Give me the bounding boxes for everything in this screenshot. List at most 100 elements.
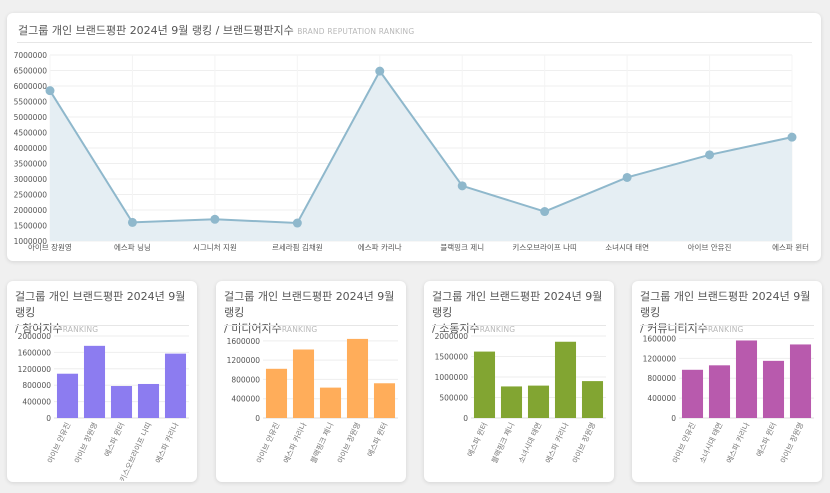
bar [735, 340, 758, 418]
x-tick-label: 블랙핑크 제니 [308, 421, 336, 465]
bar [473, 351, 496, 418]
bar [581, 381, 604, 418]
main-line-chart: 1000000150000020000002500000300000035000… [14, 51, 809, 252]
bar [554, 341, 577, 418]
y-tick-label: 1600000 [643, 334, 677, 343]
x-tick-label: 소녀시대 태연 [698, 421, 725, 465]
y-tick-label: 6500000 [14, 67, 48, 76]
bar-chart-communication: 0 500000 1000000 1500000 2000000 에스파 윈터 블랙핑크 제… [435, 332, 606, 465]
y-tick-label: 400000 [22, 398, 51, 407]
main-chart-subtitle: BRAND REPUTATION RANKING [297, 27, 415, 36]
x-tick-label: 에스파 윈터 [772, 243, 809, 252]
bar [373, 383, 396, 418]
data-point [787, 132, 797, 142]
y-tick-label: 0 [255, 414, 260, 423]
bar [527, 385, 550, 418]
bar [500, 386, 523, 418]
data-point [210, 214, 220, 224]
small-chart-card-participation: 걸그룹 개인 브랜드평판 2024년 9월 랭킹 / 참여지수RANKING 0… [7, 281, 197, 482]
x-tick-label: 아이브 장원영 [72, 421, 100, 465]
y-tick-label: 4500000 [14, 129, 48, 138]
bar [346, 338, 369, 418]
x-tick-label: 에스파 카리나 [544, 421, 571, 465]
bar-chart-participation: 0 400000 800000 1200000 1600000 2000000 아이브 안유… [18, 332, 189, 481]
small-chart-title-line1: 걸그룹 개인 브랜드평판 2024년 9월 랭킹 [15, 290, 186, 319]
x-tick-label: 아이브 안유진 [45, 421, 73, 465]
y-tick-label: 4000000 [14, 144, 48, 153]
data-point [622, 172, 632, 182]
x-tick-label: 소녀시대 태연 [605, 243, 649, 252]
y-tick-label: 0 [463, 414, 468, 423]
main-chart-title-text: 걸그룹 개인 브랜드평판 2024년 9월 랭킹 / 브랜드평판지수 [18, 24, 294, 37]
x-tick-label: 에스파 윈터 [103, 421, 127, 458]
bar-chart-community: 0 400000 800000 1200000 1600000 아이브 안유진 소녀시대 태… [643, 334, 814, 465]
area-fill [50, 71, 792, 241]
x-tick-label: 아이브 장원영 [335, 421, 363, 465]
y-tick-label: 2000000 [14, 206, 48, 215]
bar-chart-media: 0 400000 800000 1200000 1600000 아이브 안유진 에스파 카리… [227, 337, 398, 465]
y-tick-label: 7000000 [14, 51, 48, 60]
small-chart-card-community: 걸그룹 개인 브랜드평판 2024년 9월 랭킹 / 커뮤니티지수RANKING… [632, 281, 822, 482]
data-point [705, 150, 715, 160]
main-chart-card: 걸그룹 개인 브랜드평판 2024년 9월 랭킹 / 브랜드평판지수 BRAND… [7, 13, 821, 261]
x-tick-label: 키스오브라이프 나띠 [512, 242, 577, 252]
bar [789, 344, 812, 418]
small-chart-card-media: 걸그룹 개인 브랜드평판 2024년 9월 랭킹 / 미디어지수RANKING … [216, 281, 406, 482]
y-tick-label: 1000000 [435, 373, 469, 382]
y-tick-label: 0 [671, 414, 676, 423]
x-tick-label: 에스파 카리나 [282, 421, 309, 465]
small-chart-divider [224, 325, 398, 326]
bar [681, 369, 704, 418]
small-chart-title-line1: 걸그룹 개인 브랜드평판 2024년 9월 랭킹 [432, 290, 603, 319]
y-tick-label: 1500000 [14, 222, 48, 231]
x-tick-label: 에스파 카리나 [358, 243, 402, 252]
x-tick-label: 에스파 카리나 [725, 421, 752, 465]
bar [164, 353, 187, 418]
y-tick-label: 1500000 [435, 353, 469, 362]
y-tick-label: 400000 [647, 394, 676, 403]
data-point [540, 207, 550, 217]
small-chart-divider [15, 325, 189, 326]
x-tick-label: 아이브 장원영 [28, 242, 72, 252]
y-tick-label: 2000000 [18, 332, 52, 341]
y-tick-label: 3000000 [14, 175, 48, 184]
y-tick-label: 1600000 [227, 337, 261, 346]
data-point [292, 218, 302, 228]
x-tick-label: 블랙핑크 제니 [440, 242, 484, 252]
y-tick-label: 1200000 [18, 365, 52, 374]
data-point [375, 66, 385, 76]
data-point [457, 181, 467, 191]
small-chart-card-communication: 걸그룹 개인 브랜드평판 2024년 9월 랭킹 / 소통지수RANKING 0… [424, 281, 614, 482]
data-point [127, 217, 137, 227]
x-tick-label: 아이브 장원영 [570, 421, 598, 465]
y-tick-label: 800000 [647, 374, 676, 383]
x-tick-label: 에스파 윈터 [466, 421, 490, 458]
bar [292, 349, 315, 418]
y-tick-label: 400000 [231, 395, 260, 404]
x-tick-label: 소녀시대 태연 [517, 421, 544, 465]
x-tick-label: 블랙핑크 제니 [489, 421, 517, 465]
bar [83, 345, 106, 418]
y-tick-label: 3500000 [14, 160, 48, 169]
small-chart-title-line1: 걸그룹 개인 브랜드평판 2024년 9월 랭킹 [640, 290, 811, 319]
y-tick-label: 6000000 [14, 82, 48, 91]
x-tick-label: 아이브 장원영 [778, 421, 806, 465]
x-tick-label: 아이브 안유진 [670, 421, 698, 465]
x-tick-label: 르세라핌 김채원 [272, 242, 323, 252]
x-tick-label: 아이브 안유진 [688, 242, 732, 252]
y-tick-label: 800000 [22, 381, 51, 390]
y-tick-label: 1200000 [227, 356, 261, 365]
bar [137, 383, 160, 418]
x-tick-label: 에스파 윈터 [755, 421, 779, 458]
x-tick-label: 시그니처 지원 [193, 243, 237, 252]
small-chart-divider [432, 325, 606, 326]
main-chart-title: 걸그룹 개인 브랜드평판 2024년 9월 랭킹 / 브랜드평판지수 BRAND… [18, 23, 414, 40]
y-tick-label: 0 [46, 414, 51, 423]
y-tick-label: 1200000 [643, 354, 677, 363]
y-tick-label: 5500000 [14, 98, 48, 107]
bar [708, 365, 731, 418]
x-tick-label: 에스파 닝닝 [114, 242, 151, 252]
y-tick-label: 800000 [231, 375, 260, 384]
small-chart-divider [640, 325, 814, 326]
y-tick-label: 1600000 [18, 348, 52, 357]
